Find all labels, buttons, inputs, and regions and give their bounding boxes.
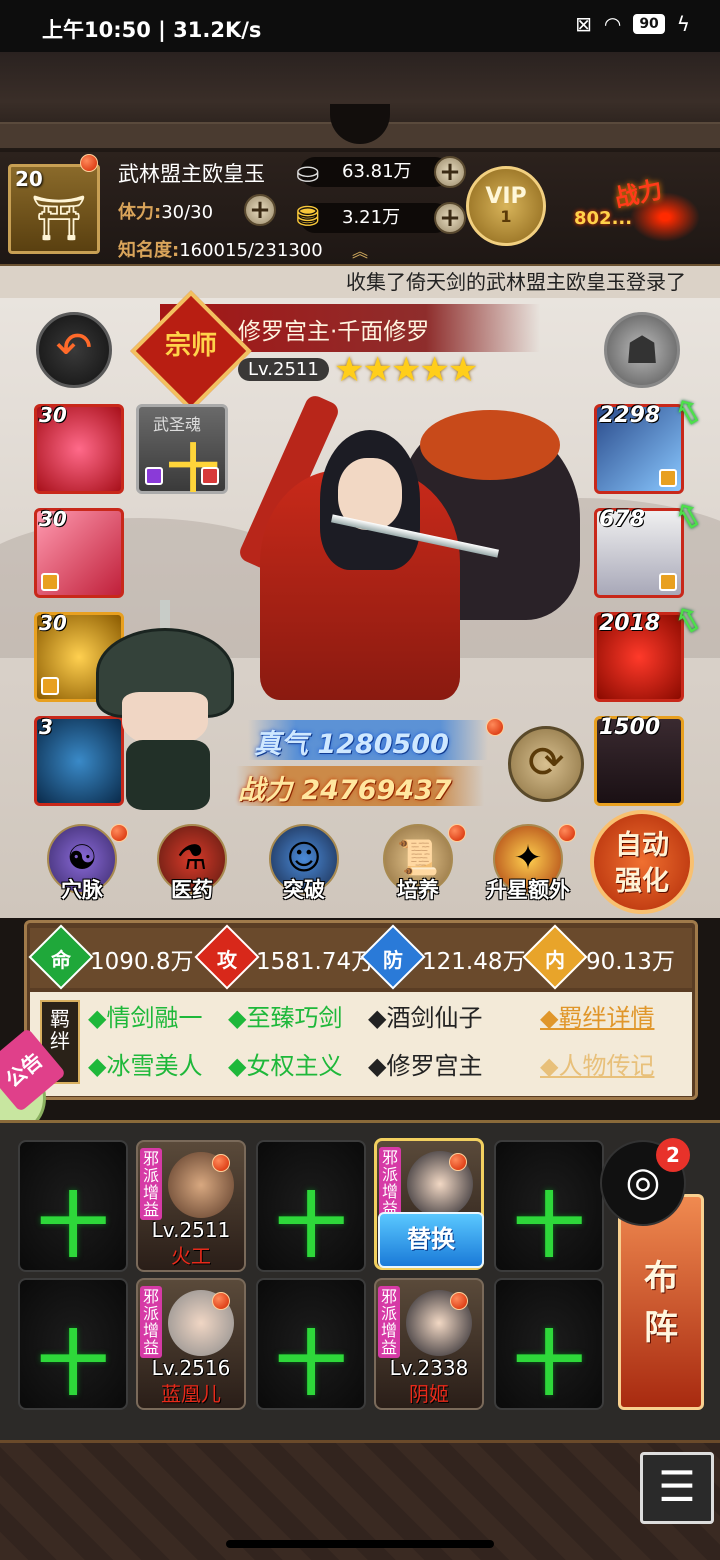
gold-counter: 3.21万 — [300, 203, 450, 233]
lineup-button[interactable]: 布阵 — [618, 1194, 704, 1410]
bond-item: ◆女权主义 — [228, 1052, 343, 1080]
red-dot-icon — [486, 718, 504, 736]
defense-value: 121.48万 — [422, 949, 526, 975]
bond-item: ◆酒剑仙子 — [368, 1004, 483, 1032]
formation-hero-slot[interactable]: 邪派增益 Lv.2511 火工 — [136, 1140, 246, 1272]
menu-button[interactable]: ☰ — [640, 1452, 714, 1524]
attack-value: 1581.74万 — [256, 949, 375, 975]
roof-decoration — [0, 52, 720, 152]
formation-hero-slot[interactable]: 邪派增益 Lv.2516 蓝凰儿 — [136, 1278, 246, 1410]
biography-link[interactable]: ◆人物传记 — [540, 1046, 654, 1081]
battery-icon: 90 — [633, 14, 665, 34]
star-up-extra-button[interactable]: ✦ 升星额外 — [486, 824, 570, 908]
vip-badge[interactable]: VIP 1 — [466, 166, 546, 246]
player-avatar[interactable]: 20 ⛩ — [8, 164, 100, 254]
zhenqi-value: 真气 1280500 — [248, 720, 488, 760]
bond-item: ◆修罗宫主 — [368, 1052, 483, 1080]
chibi-companion[interactable] — [96, 600, 246, 820]
bond-item: ◆冰雪美人 — [88, 1052, 203, 1080]
total-power: 战力 802... — [570, 164, 710, 244]
bond-item: ◆至臻巧剑 — [228, 1004, 343, 1032]
medicine-button[interactable]: ⚗ 医药 — [150, 824, 234, 908]
add-stamina-button[interactable]: + — [244, 194, 276, 226]
gold-bar-icon: ⛃ — [296, 200, 320, 233]
expand-chevron-icon[interactable]: ︽ — [352, 238, 368, 262]
announcement-ticker: 收集了倚天剑的武林盟主欧皇玉登录了 — [0, 266, 720, 298]
horse-mane — [420, 410, 560, 480]
hero-power-value: 战力 24769437 — [236, 766, 484, 806]
player-name: 武林盟主欧皇玉 — [118, 162, 265, 186]
silver-counter: 63.81万 — [300, 157, 450, 187]
pagoda-icon: ⛩ — [31, 193, 87, 244]
silver-ingot-icon: ⛀ — [296, 156, 320, 189]
bond-item: ◆情剑融一 — [88, 1004, 203, 1032]
formation-empty-slot[interactable]: 十 — [256, 1140, 366, 1272]
weapon-slot[interactable]: 2298 ⇧ — [594, 389, 711, 494]
red-dot-icon — [558, 824, 576, 842]
add-gold-button[interactable]: + — [434, 202, 466, 234]
red-dot-icon — [80, 154, 98, 172]
formation-empty-slot[interactable]: 十 — [494, 1140, 604, 1272]
stamina: 体力:30/30 — [118, 202, 214, 223]
swap-hero-button[interactable]: 替换 — [378, 1212, 484, 1268]
skill-slot-1[interactable]: 30 — [34, 403, 124, 494]
skill-slot-2[interactable]: 30 — [34, 507, 124, 598]
refresh-button[interactable]: ⟳ — [508, 726, 584, 802]
hero-stars: ★★★★★ — [334, 350, 478, 390]
martial-soul-slot[interactable]: 武圣魂 十 — [136, 404, 228, 500]
formation-empty-slot[interactable]: 十 — [256, 1278, 366, 1410]
formation-empty-slot[interactable]: 十 — [494, 1278, 604, 1410]
formation-empty-slot[interactable]: 十 — [18, 1278, 128, 1410]
charging-icon: ϟ — [676, 12, 690, 36]
inner-power-value: 90.13万 — [586, 949, 675, 975]
bond-details-link[interactable]: ◆羁绊详情 — [540, 998, 654, 1033]
fame: 知名度:160015/231300 — [118, 240, 323, 261]
armor-slot[interactable]: 678 ⇧ — [594, 493, 711, 598]
back-button[interactable]: ↶ — [36, 312, 112, 388]
red-dot-icon — [110, 824, 128, 842]
notification-badge: 2 — [656, 1138, 690, 1172]
mount-slot[interactable]: 1500 — [594, 715, 684, 806]
wifi-icon: ◠ — [603, 12, 622, 36]
notification-icon: ⊠ — [575, 12, 592, 36]
breakthrough-button[interactable]: ☺ 突破 — [262, 824, 346, 908]
hp-value: 1090.8万 — [90, 949, 194, 975]
status-bar: 上午10:50 | 31.2K/s ⊠ ◠ 90 ϟ — [0, 0, 720, 52]
accessory-slot[interactable]: 2018 ⇧ — [594, 597, 711, 702]
statue-button[interactable]: ☗ — [604, 312, 680, 388]
hero-level: Lv.2511 — [238, 358, 329, 381]
formation-empty-slot[interactable]: 十 — [18, 1140, 128, 1272]
status-time: 上午10:50 | 31.2K/s — [42, 18, 262, 42]
player-level: 20 — [15, 167, 43, 191]
status-icons: ⊠ ◠ 90 ϟ — [575, 12, 690, 36]
formation-hero-slot[interactable]: 邪派增益 Lv.2338 阴姬 — [374, 1278, 484, 1410]
cultivate-button[interactable]: 📜 培养 — [376, 824, 460, 908]
rank-badge-text: 宗师 — [164, 331, 217, 361]
home-indicator[interactable] — [226, 1540, 494, 1548]
red-dot-icon — [448, 824, 466, 842]
add-silver-button[interactable]: + — [434, 156, 466, 188]
auto-enhance-button[interactable]: 自动 强化 — [590, 810, 694, 914]
